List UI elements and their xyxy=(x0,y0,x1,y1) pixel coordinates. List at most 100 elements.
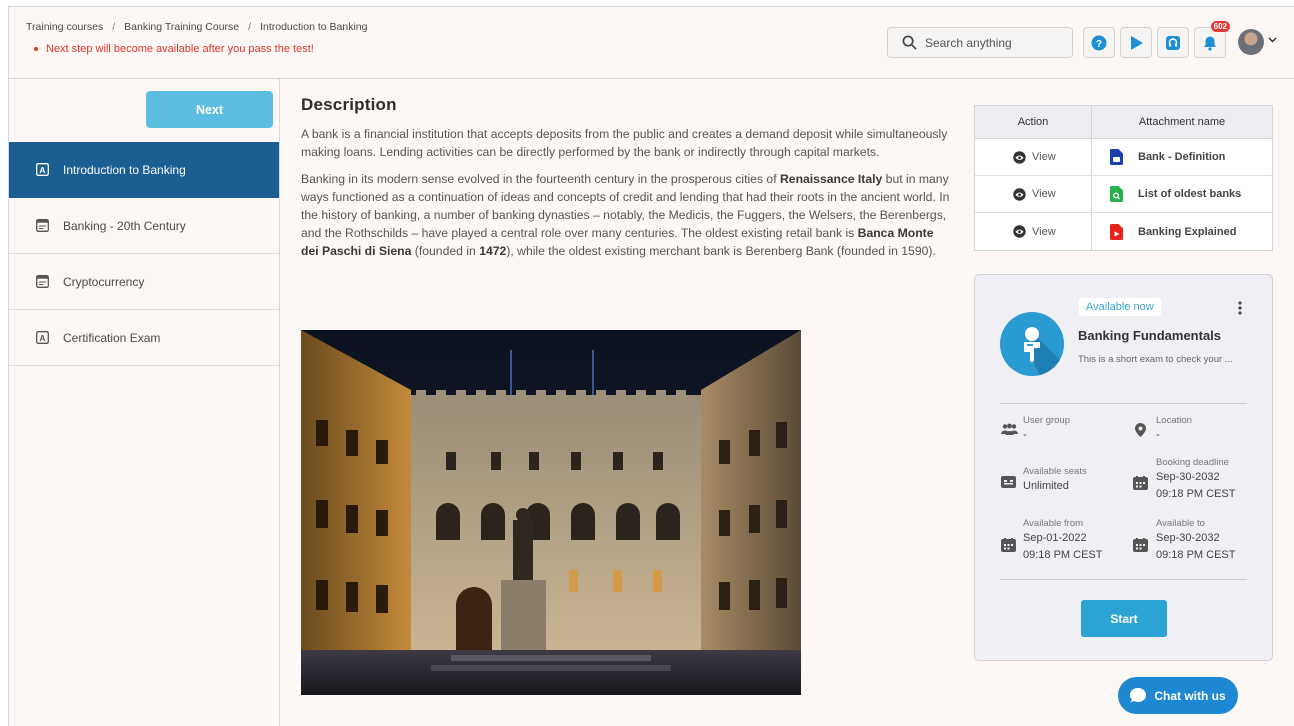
user-avatar[interactable] xyxy=(1238,29,1264,55)
video-file-icon xyxy=(1110,223,1123,240)
available-seats-value: Unlimited xyxy=(1023,480,1069,492)
table-row: View List of oldest banks xyxy=(975,176,1272,213)
lesson-label: Certification Exam xyxy=(63,330,161,345)
lesson-label: Introduction to Banking xyxy=(63,162,186,177)
chat-bubble-icon xyxy=(1130,688,1147,703)
svg-text:?: ? xyxy=(1096,39,1102,50)
attachment-name-cell[interactable]: Banking Explained xyxy=(1092,213,1272,250)
view-label: View xyxy=(1032,151,1056,163)
calendar-icon xyxy=(1001,538,1016,552)
booking-deadline-info: Booking deadline Sep-30-2032 09:18 PM CE… xyxy=(1156,457,1235,502)
user-group-info: User group - xyxy=(1023,415,1070,443)
available-seats-info: Available seats Unlimited xyxy=(1023,466,1087,494)
lesson-label: Banking - 20th Century xyxy=(63,218,186,233)
description-paragraph-1: A bank is a financial institution that a… xyxy=(301,127,948,159)
available-seats-label: Available seats xyxy=(1023,466,1087,477)
calendar-icon xyxy=(1133,538,1148,552)
search-icon xyxy=(902,35,917,50)
help-icon: ? xyxy=(1091,35,1107,50)
divider xyxy=(1000,579,1247,580)
available-to-date: Sep-30-2032 xyxy=(1156,532,1220,544)
available-from-time: 09:18 PM CEST xyxy=(1023,549,1103,561)
play-icon xyxy=(1131,35,1143,50)
booking-deadline-time: 09:18 PM CEST xyxy=(1156,488,1236,500)
next-button[interactable]: Next xyxy=(146,91,273,128)
booking-deadline-label: Booking deadline xyxy=(1156,457,1229,468)
breadcrumb-separator: / xyxy=(112,21,116,33)
help-button[interactable]: ? xyxy=(1083,27,1115,58)
attachment-name-cell[interactable]: List of oldest banks xyxy=(1092,176,1272,212)
available-to-info: Available to Sep-30-2032 09:18 PM CEST xyxy=(1156,518,1235,563)
notifications-button[interactable]: 602 xyxy=(1194,21,1230,58)
exam-description: This is a short exam to check your ... xyxy=(1078,354,1233,365)
text-box-icon: A xyxy=(36,163,49,176)
lesson-item-banking-20th-century[interactable]: Banking - 20th Century xyxy=(9,198,279,254)
bell-icon xyxy=(1204,36,1216,51)
attachments-table: Action Attachment name View Bank - Defin… xyxy=(974,105,1273,251)
svg-text:A: A xyxy=(39,165,45,175)
column-header-attachment-name: Attachment name xyxy=(1138,116,1226,128)
user-group-icon xyxy=(1001,423,1018,435)
table-header: Action Attachment name xyxy=(975,106,1272,139)
calendar-icon xyxy=(1133,476,1148,490)
bank-building-photo xyxy=(301,330,801,695)
attachment-name: Banking Explained xyxy=(1138,225,1237,238)
view-button[interactable]: View xyxy=(975,176,1092,212)
location-info: Location - xyxy=(1156,415,1192,443)
description-heading: Description xyxy=(301,95,397,114)
lesson-item-introduction-to-banking[interactable]: A Introduction to Banking xyxy=(9,142,279,198)
available-from-date: Sep-01-2022 xyxy=(1023,532,1087,544)
view-label: View xyxy=(1032,225,1056,238)
availability-badge: Available now xyxy=(1079,298,1161,316)
table-row: View Bank - Definition xyxy=(975,139,1272,176)
support-button[interactable] xyxy=(1157,27,1189,58)
more-options-icon[interactable] xyxy=(1238,301,1242,315)
lesson-content: Description A bank is a financial instit… xyxy=(301,95,951,269)
attachment-name: List of oldest banks xyxy=(1138,188,1242,200)
eye-icon xyxy=(1013,187,1026,201)
attachment-name-cell[interactable]: Bank - Definition xyxy=(1092,139,1272,175)
breadcrumb-separator: / xyxy=(248,21,252,33)
spreadsheet-file-icon xyxy=(1110,186,1123,202)
eye-icon xyxy=(1013,225,1026,238)
start-exam-button[interactable]: Start xyxy=(1081,600,1167,637)
chat-with-us-button[interactable]: Chat with us xyxy=(1118,677,1238,714)
exam-card: Available now Banking Fundamentals This … xyxy=(974,274,1273,661)
top-bar: Training courses / Banking Training Cour… xyxy=(9,7,1294,79)
chat-label: Chat with us xyxy=(1154,688,1226,703)
document-file-icon xyxy=(1110,149,1123,165)
available-from-label: Available from xyxy=(1023,518,1084,529)
breadcrumb: Training courses / Banking Training Cour… xyxy=(26,21,367,33)
next-step-notice: Next step will become available after yo… xyxy=(34,43,314,55)
available-from-info: Available from Sep-01-2022 09:18 PM CEST xyxy=(1023,518,1102,563)
column-header-action: Action xyxy=(975,106,1092,138)
lesson-label: Cryptocurrency xyxy=(63,274,145,289)
view-label: View xyxy=(1032,188,1056,200)
breadcrumb-course[interactable]: Banking Training Course xyxy=(124,21,239,33)
search-input[interactable]: Search anything xyxy=(887,27,1073,58)
headset-icon xyxy=(1166,35,1180,50)
exam-person-icon xyxy=(1024,327,1064,376)
location-value: - xyxy=(1156,429,1160,441)
location-pin-icon xyxy=(1135,423,1146,437)
exam-title: Banking Fundamentals xyxy=(1078,328,1222,343)
lesson-item-cryptocurrency[interactable]: Cryptocurrency xyxy=(9,254,279,310)
window-icon xyxy=(36,219,49,232)
breadcrumb-training-courses[interactable]: Training courses xyxy=(26,21,103,33)
lesson-list: A Introduction to Banking Banking - 20th… xyxy=(9,142,279,366)
view-button[interactable]: View xyxy=(975,213,1092,250)
available-to-time: 09:18 PM CEST xyxy=(1156,549,1236,561)
view-button[interactable]: View xyxy=(975,139,1092,175)
table-row: View Banking Explained xyxy=(975,213,1272,250)
booking-deadline-date: Sep-30-2032 xyxy=(1156,471,1220,483)
app-frame: Training courses / Banking Training Cour… xyxy=(8,6,1294,726)
play-tutorial-button[interactable] xyxy=(1120,27,1152,58)
seats-icon xyxy=(1001,476,1016,488)
notification-count-badge: 602 xyxy=(1210,21,1230,32)
lesson-sidebar: Next A Introduction to Banking Banking -… xyxy=(9,79,280,726)
attachment-name: Bank - Definition xyxy=(1138,151,1226,163)
user-group-label: User group xyxy=(1023,415,1070,426)
available-to-label: Available to xyxy=(1156,518,1205,529)
chevron-down-icon[interactable] xyxy=(1268,37,1277,43)
lesson-item-certification-exam[interactable]: A Certification Exam xyxy=(9,310,279,366)
